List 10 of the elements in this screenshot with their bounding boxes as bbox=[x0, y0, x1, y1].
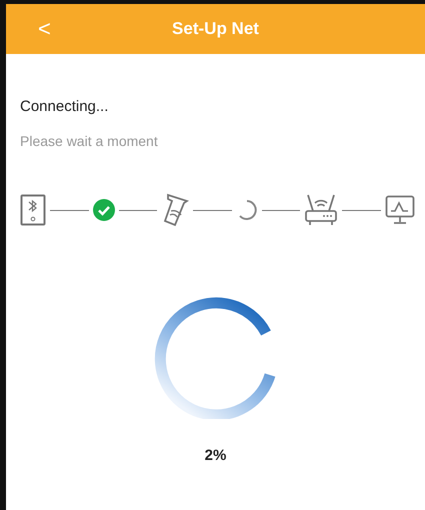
page-title: Set-Up Net bbox=[172, 19, 259, 39]
sensor-wifi-icon bbox=[161, 193, 190, 227]
status-subtitle: Please wait a moment bbox=[20, 133, 159, 149]
check-icon bbox=[92, 199, 115, 221]
status-title: Connecting... bbox=[20, 98, 110, 115]
router-icon bbox=[304, 193, 338, 227]
monitor-chart-icon bbox=[384, 195, 415, 225]
progress-percent: 2% bbox=[204, 447, 226, 464]
phone-bluetooth-icon bbox=[20, 194, 46, 226]
back-button[interactable]: < bbox=[32, 14, 57, 44]
